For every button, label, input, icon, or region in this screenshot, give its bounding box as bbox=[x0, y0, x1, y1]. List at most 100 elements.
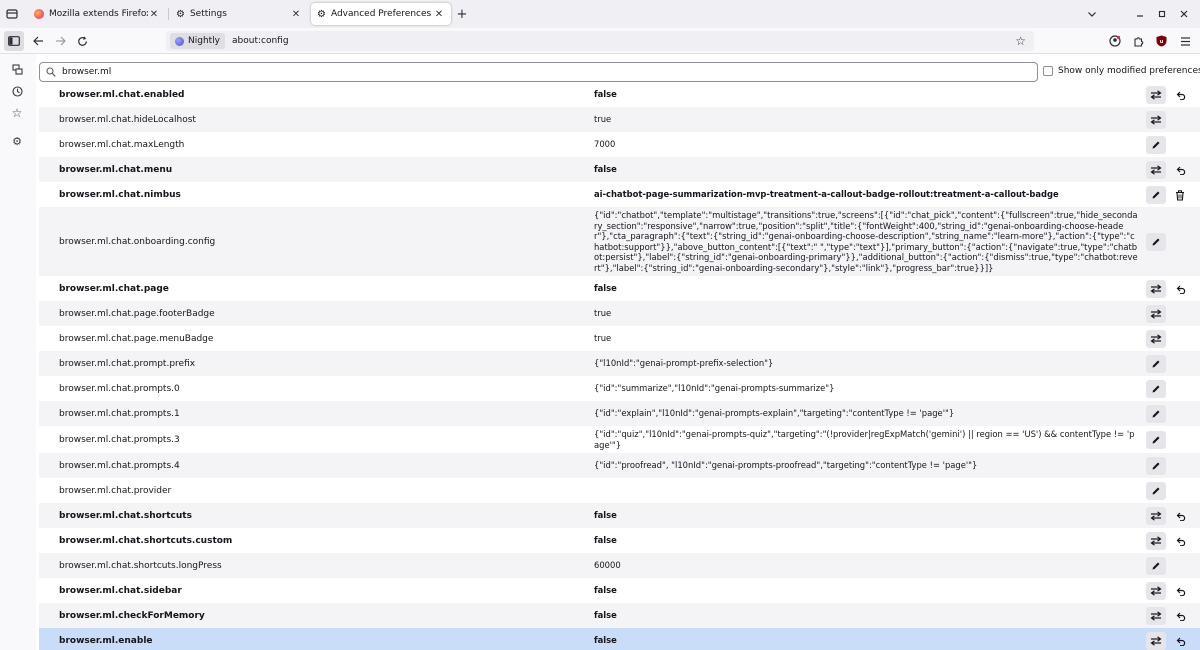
preference-name: browser.ml.chat.prompts.0 bbox=[59, 383, 180, 394]
preference-name: browser.ml.chat.page.footerBadge bbox=[59, 308, 215, 319]
table-row[interactable]: browser.ml.chat.page false bbox=[39, 276, 1200, 301]
table-row[interactable]: browser.ml.chat.hideLocalhost true bbox=[39, 107, 1200, 132]
table-row[interactable]: browser.ml.enable false bbox=[39, 628, 1200, 650]
edit-button[interactable] bbox=[1146, 557, 1166, 575]
ublock-shield-icon[interactable]: u bbox=[1153, 33, 1169, 49]
reset-button[interactable] bbox=[1170, 532, 1190, 550]
customize-sidebar-gear-icon[interactable]: ⚙ bbox=[9, 133, 25, 149]
toggle-button[interactable] bbox=[1146, 111, 1166, 129]
table-row[interactable]: browser.ml.chat.maxLength 7000 bbox=[39, 132, 1200, 157]
toggle-button[interactable] bbox=[1146, 632, 1166, 650]
table-row[interactable]: browser.ml.chat.page.menuBadge true bbox=[39, 326, 1200, 351]
table-row[interactable]: browser.ml.chat.enabled false bbox=[39, 82, 1200, 107]
bookmark-star-icon[interactable]: ☆ bbox=[1015, 34, 1026, 48]
table-row[interactable]: browser.ml.chat.shortcuts false bbox=[39, 503, 1200, 528]
firefox-view-icon[interactable] bbox=[5, 7, 19, 21]
reset-button[interactable] bbox=[1170, 86, 1190, 104]
preference-name: browser.ml.chat.shortcuts.longPress bbox=[59, 560, 222, 571]
table-row[interactable]: browser.ml.chat.provider bbox=[39, 478, 1200, 503]
hamburger-menu-icon[interactable] bbox=[1177, 33, 1193, 49]
table-row[interactable]: browser.ml.chat.prompts.3 {"id":"quiz","l… bbox=[39, 426, 1200, 453]
preference-name: browser.ml.chat.page.menuBadge bbox=[59, 333, 214, 344]
sidebar-toggle-icon[interactable] bbox=[4, 31, 24, 51]
preference-value: true bbox=[594, 333, 612, 344]
toggle-button[interactable] bbox=[1146, 607, 1166, 625]
new-tab-plus-icon[interactable]: + bbox=[455, 6, 469, 22]
edit-button[interactable] bbox=[1146, 136, 1166, 154]
table-row[interactable]: browser.ml.chat.nimbus ai-chatbot-page-su… bbox=[39, 182, 1200, 207]
preference-search-input[interactable]: browser.ml bbox=[39, 62, 1038, 82]
toggle-button[interactable] bbox=[1146, 86, 1166, 104]
table-row[interactable]: browser.ml.chat.page.footerBadge true bbox=[39, 301, 1200, 326]
edit-button[interactable] bbox=[1146, 405, 1166, 423]
forward-arrow-icon[interactable] bbox=[52, 33, 68, 49]
toggle-button[interactable] bbox=[1146, 507, 1166, 525]
table-row[interactable]: browser.ml.chat.prompt.prefix {"l10nId":"… bbox=[39, 351, 1200, 376]
edit-button[interactable] bbox=[1146, 380, 1166, 398]
toggle-button[interactable] bbox=[1146, 161, 1166, 179]
table-row[interactable]: browser.ml.chat.prompts.0 {"id":"summariz… bbox=[39, 376, 1200, 401]
preference-name: browser.ml.chat.enabled bbox=[59, 89, 185, 100]
edit-button[interactable] bbox=[1146, 457, 1166, 475]
reset-button[interactable] bbox=[1170, 582, 1190, 600]
preference-value: false bbox=[594, 610, 617, 621]
toggle-button[interactable] bbox=[1146, 532, 1166, 550]
reset-button[interactable] bbox=[1170, 632, 1190, 650]
close-tab-icon[interactable]: ✕ bbox=[148, 9, 160, 20]
bookmarks-star-icon[interactable]: ☆ bbox=[9, 105, 25, 121]
preference-value: false bbox=[594, 635, 617, 646]
toggle-button[interactable] bbox=[1146, 305, 1166, 323]
reset-button[interactable] bbox=[1170, 161, 1190, 179]
close-tab-icon[interactable]: ✕ bbox=[290, 9, 302, 20]
preference-value: false bbox=[594, 585, 617, 596]
reset-button[interactable] bbox=[1170, 507, 1190, 525]
preference-name: browser.ml.chat.sidebar bbox=[59, 585, 182, 596]
edit-button[interactable] bbox=[1146, 431, 1166, 449]
url-bar[interactable]: Nightly about:config ☆ bbox=[166, 31, 1034, 51]
reload-icon[interactable] bbox=[74, 33, 90, 49]
close-window-icon[interactable] bbox=[1178, 7, 1190, 21]
search-input-value: browser.ml bbox=[62, 67, 112, 77]
table-row[interactable]: browser.ml.chat.onboarding.config {"id":"… bbox=[39, 207, 1200, 276]
reset-button[interactable] bbox=[1170, 280, 1190, 298]
extensions-puzzle-icon[interactable] bbox=[1130, 33, 1146, 49]
preference-name: browser.ml.chat.maxLength bbox=[59, 139, 185, 150]
reset-button[interactable] bbox=[1170, 607, 1190, 625]
preference-value: false bbox=[594, 510, 617, 521]
toggle-button[interactable] bbox=[1146, 582, 1166, 600]
close-tab-icon[interactable]: ✕ bbox=[433, 9, 445, 20]
tab-firefox-esr[interactable]: Mozilla extends Firefox ESR ✕ bbox=[28, 3, 166, 25]
toggle-button[interactable] bbox=[1146, 330, 1166, 348]
preference-value: ai-chatbot-page-summarization-mvp-treatm… bbox=[594, 189, 1059, 200]
delete-button[interactable] bbox=[1170, 186, 1190, 204]
table-row[interactable]: browser.ml.chat.menu false bbox=[39, 157, 1200, 182]
synced-tabs-icon[interactable] bbox=[9, 61, 25, 77]
tab-settings[interactable]: ⚙ Settings ✕ bbox=[170, 3, 308, 25]
edit-button[interactable] bbox=[1146, 233, 1166, 251]
tab-advanced-preferences[interactable]: ⚙ Advanced Preferences ✕ bbox=[311, 3, 451, 25]
history-clock-icon[interactable] bbox=[9, 83, 25, 99]
identity-box[interactable]: Nightly bbox=[170, 33, 226, 49]
back-arrow-icon[interactable] bbox=[30, 33, 46, 49]
edit-button[interactable] bbox=[1146, 482, 1166, 500]
minimize-icon[interactable] bbox=[1134, 7, 1146, 21]
preference-value: true bbox=[594, 308, 612, 319]
table-row[interactable]: browser.ml.chat.prompts.4 {"id":"proofrea… bbox=[39, 453, 1200, 478]
table-row[interactable]: browser.ml.chat.shortcuts.longPress 60000 bbox=[39, 553, 1200, 578]
table-row[interactable]: browser.ml.checkForMemory false bbox=[39, 603, 1200, 628]
show-modified-checkbox[interactable]: Show only modified preferences bbox=[1043, 66, 1200, 76]
list-all-tabs-chevron-down-icon[interactable] bbox=[1085, 7, 1099, 21]
preference-value: true bbox=[594, 114, 612, 125]
account-icon[interactable] bbox=[1107, 33, 1123, 49]
edit-button[interactable] bbox=[1146, 355, 1166, 373]
edit-button[interactable] bbox=[1146, 186, 1166, 204]
url-text[interactable]: about:config bbox=[232, 36, 289, 46]
preference-value: false bbox=[594, 89, 617, 100]
table-row[interactable]: browser.ml.chat.prompts.1 {"id":"explain"… bbox=[39, 401, 1200, 426]
table-row[interactable]: browser.ml.chat.shortcuts.custom false bbox=[39, 528, 1200, 553]
table-row[interactable]: browser.ml.chat.sidebar false bbox=[39, 578, 1200, 603]
checkbox-box[interactable] bbox=[1043, 66, 1053, 76]
maximize-icon[interactable] bbox=[1156, 7, 1168, 21]
toggle-button[interactable] bbox=[1146, 280, 1166, 298]
preference-name: browser.ml.chat.prompts.4 bbox=[59, 460, 180, 471]
